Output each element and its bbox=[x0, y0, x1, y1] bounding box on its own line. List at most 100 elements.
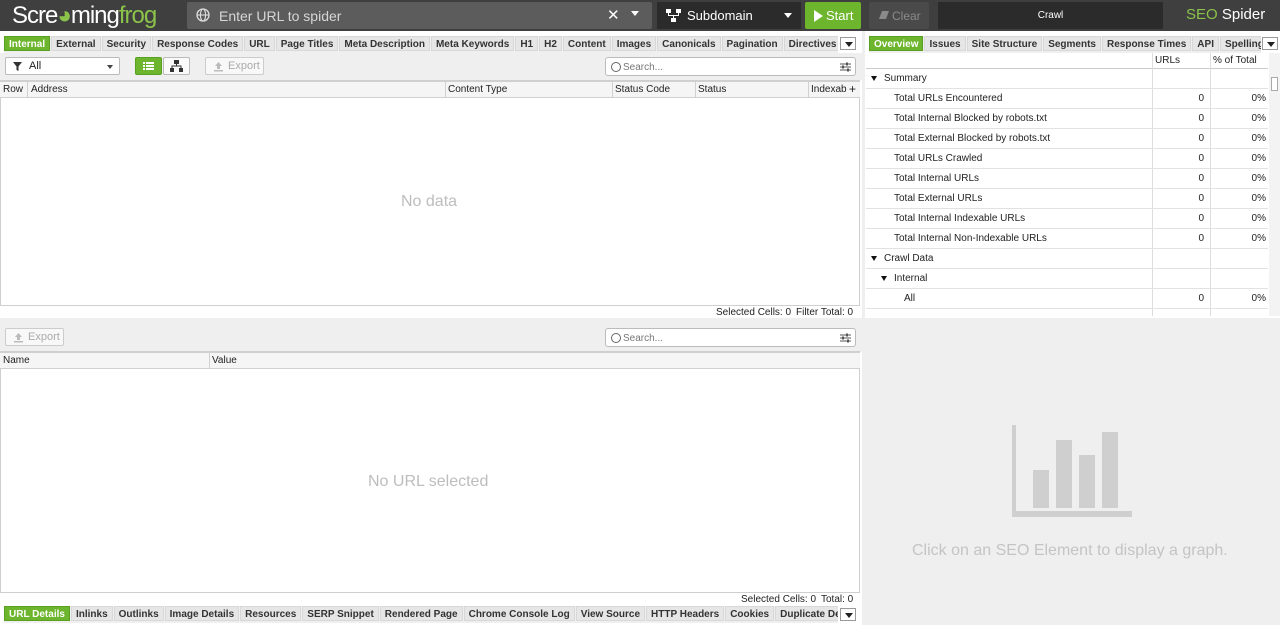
column-header-indexability[interactable]: Indexab bbox=[811, 84, 847, 95]
filter-select[interactable]: All bbox=[5, 57, 120, 75]
overview-section-row[interactable]: Crawl Data bbox=[866, 249, 1268, 269]
detail-tab-rendered-page[interactable]: Rendered Page bbox=[379, 606, 463, 621]
export-button[interactable]: Export bbox=[205, 57, 264, 75]
clear-button[interactable]: Clear bbox=[869, 2, 929, 29]
right-tab-overview[interactable]: Overview bbox=[869, 36, 924, 51]
overview-row[interactable]: Total Internal URLs 0 0% bbox=[866, 169, 1268, 189]
expand-triangle-icon[interactable] bbox=[871, 76, 877, 81]
detail-tab-duplicate-details[interactable]: Duplicate Details bbox=[775, 606, 838, 621]
column-header-pct-total[interactable]: % of Total bbox=[1213, 55, 1257, 66]
tab-meta-description[interactable]: Meta Description bbox=[339, 36, 430, 51]
globe-icon bbox=[196, 8, 210, 22]
list-view-button[interactable] bbox=[135, 57, 162, 75]
tab-directives[interactable]: Directives bbox=[783, 36, 838, 51]
hierarchy-icon bbox=[170, 60, 183, 72]
column-header-address[interactable]: Address bbox=[31, 84, 68, 95]
column-header-name[interactable]: Name bbox=[3, 355, 30, 366]
right-tab-site-structure[interactable]: Site Structure bbox=[966, 36, 1043, 51]
detail-search-box[interactable] bbox=[605, 328, 856, 347]
tree-view-button[interactable] bbox=[163, 57, 190, 75]
url-history-dropdown-icon[interactable] bbox=[631, 11, 639, 16]
main-filter-total: Filter Total: 0 bbox=[796, 307, 854, 318]
detail-tab-url-details[interactable]: URL Details bbox=[4, 606, 70, 621]
detail-tab-resources[interactable]: Resources bbox=[240, 606, 302, 621]
column-header-urls[interactable]: URLs bbox=[1155, 55, 1180, 66]
detail-tab-outlinks[interactable]: Outlinks bbox=[113, 606, 164, 621]
tab-images[interactable]: Images bbox=[611, 36, 657, 51]
overview-row[interactable]: Total URLs Encountered 0 0% bbox=[866, 89, 1268, 109]
overview-section-row[interactable]: Summary bbox=[866, 69, 1268, 89]
detail-tab-chrome-console-log[interactable]: Chrome Console Log bbox=[463, 606, 575, 621]
detail-tab-overflow-button[interactable] bbox=[840, 608, 856, 621]
right-tab-segments[interactable]: Segments bbox=[1043, 36, 1101, 51]
overview-row-percent: 0% bbox=[1251, 233, 1266, 244]
expand-triangle-icon[interactable] bbox=[881, 276, 887, 281]
overview-row[interactable]: Total External URLs 0 0% bbox=[866, 189, 1268, 209]
column-header-value[interactable]: Value bbox=[212, 355, 237, 366]
detail-tab-serp-snippet[interactable]: SERP Snippet bbox=[302, 606, 379, 621]
detail-tab-http-headers[interactable]: HTTP Headers bbox=[646, 606, 725, 621]
tab-response-codes[interactable]: Response Codes bbox=[152, 36, 244, 51]
expand-triangle-icon[interactable] bbox=[871, 256, 877, 261]
url-input-box[interactable]: ✕ bbox=[187, 2, 652, 29]
start-button[interactable]: Start bbox=[805, 2, 861, 29]
tab-meta-keywords[interactable]: Meta Keywords bbox=[430, 36, 515, 51]
column-header-status[interactable]: Status bbox=[698, 84, 726, 95]
tab-external[interactable]: External bbox=[51, 36, 101, 51]
graph-panel bbox=[865, 318, 1280, 625]
overview-scrollbar[interactable] bbox=[1269, 53, 1280, 316]
detail-export-button[interactable]: Export bbox=[5, 328, 64, 346]
detail-tab-inlinks[interactable]: Inlinks bbox=[70, 606, 113, 621]
overview-row[interactable]: All 0 0% bbox=[866, 289, 1268, 309]
overview-row-label: Total Internal Indexable URLs bbox=[894, 213, 1026, 224]
product-name: SEO Spider bbox=[1186, 6, 1266, 23]
add-column-icon[interactable]: + bbox=[849, 82, 856, 96]
search-icon bbox=[611, 62, 621, 72]
detail-tab-view-source[interactable]: View Source bbox=[575, 606, 646, 621]
overview-row-label: Summary bbox=[884, 73, 927, 84]
overview-row[interactable]: Total External Blocked by robots.txt 0 0% bbox=[866, 129, 1268, 149]
detail-tab-image-details[interactable]: Image Details bbox=[164, 606, 240, 621]
detail-search-input[interactable] bbox=[623, 331, 823, 345]
filter-icon bbox=[13, 62, 22, 71]
overview-row-label: Total URLs Encountered bbox=[894, 93, 1003, 104]
search-options-icon[interactable] bbox=[840, 62, 851, 72]
overview-row-urls: 0 bbox=[1198, 213, 1204, 224]
tab-overflow-menu-button[interactable] bbox=[840, 37, 856, 50]
overview-row-urls: 0 bbox=[1198, 133, 1204, 144]
main-search-box[interactable] bbox=[605, 57, 856, 76]
column-header-row[interactable]: Row bbox=[3, 84, 23, 95]
tab-content[interactable]: Content bbox=[562, 36, 611, 51]
right-tab-issues[interactable]: Issues bbox=[924, 36, 966, 51]
crawl-mode-select[interactable]: Subdomain bbox=[657, 2, 801, 29]
overview-row[interactable]: Total Internal Non-Indexable URLs 0 0% bbox=[866, 229, 1268, 249]
overview-row[interactable]: Total Internal Indexable URLs 0 0% bbox=[866, 209, 1268, 229]
tab-pagination[interactable]: Pagination bbox=[721, 36, 783, 51]
column-header-content-type[interactable]: Content Type bbox=[448, 84, 507, 95]
tab-h1[interactable]: H1 bbox=[515, 36, 539, 51]
tab-h2[interactable]: H2 bbox=[539, 36, 562, 51]
right-tab-api[interactable]: API bbox=[1192, 36, 1219, 51]
main-search-input[interactable] bbox=[623, 60, 823, 74]
overview-row[interactable]: Total Internal Blocked by robots.txt 0 0% bbox=[866, 109, 1268, 129]
overview-section-row[interactable]: Internal bbox=[866, 269, 1268, 289]
tab-internal[interactable]: Internal bbox=[4, 36, 51, 51]
detail-table-empty-message: No URL selected bbox=[368, 473, 489, 490]
url-input[interactable] bbox=[219, 5, 589, 26]
clear-url-icon[interactable]: ✕ bbox=[607, 6, 620, 24]
tab-security[interactable]: Security bbox=[101, 36, 152, 51]
tab-canonicals[interactable]: Canonicals bbox=[657, 36, 721, 51]
overview-row-percent: 0% bbox=[1251, 113, 1266, 124]
overview-row-label: Total Internal Non-Indexable URLs bbox=[894, 233, 1047, 244]
right-tab-overflow-button[interactable] bbox=[1262, 37, 1278, 50]
column-header-status-code[interactable]: Status Code bbox=[615, 84, 670, 95]
detail-tab-cookies[interactable]: Cookies bbox=[725, 606, 775, 621]
tab-page-titles[interactable]: Page Titles bbox=[275, 36, 339, 51]
overview-row-urls: 0 bbox=[1198, 93, 1204, 104]
right-tab-spelling[interactable]: Spelling & bbox=[1219, 36, 1261, 51]
overview-row[interactable]: Total URLs Crawled 0 0% bbox=[866, 149, 1268, 169]
search-options-icon[interactable] bbox=[840, 333, 851, 343]
tab-url[interactable]: URL bbox=[244, 36, 275, 51]
overview-row-percent: 0% bbox=[1251, 193, 1266, 204]
right-tab-response-times[interactable]: Response Times bbox=[1102, 36, 1192, 51]
